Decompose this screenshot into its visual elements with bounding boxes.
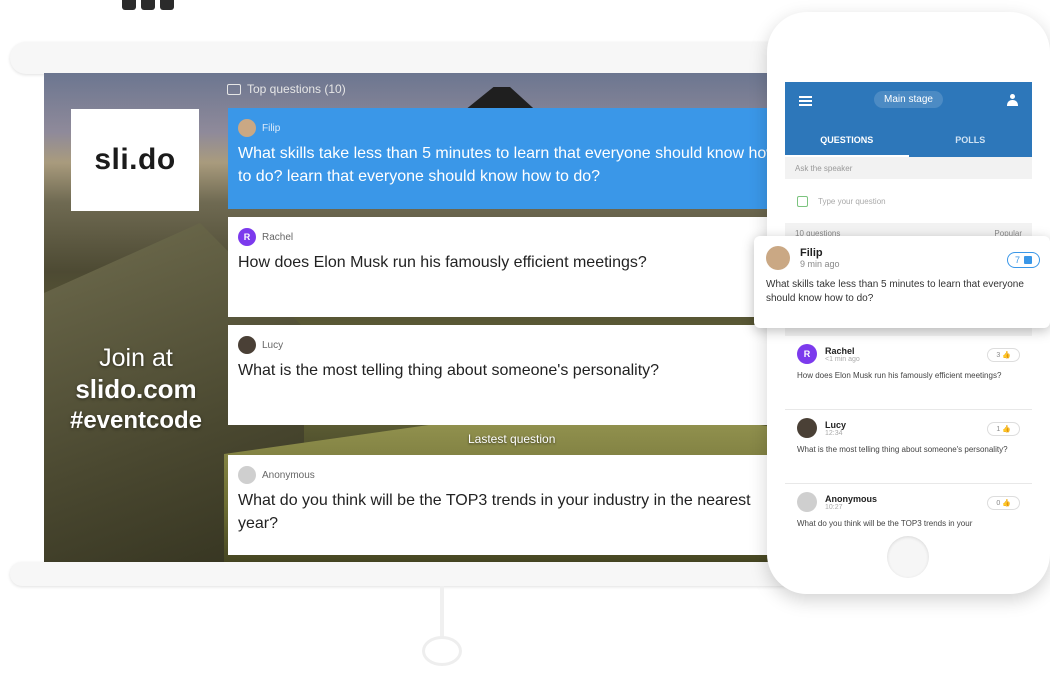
question-author: Lucy — [262, 339, 284, 351]
anonymous-user-icon — [238, 466, 256, 484]
slido-logo: sli.do — [94, 143, 176, 176]
like-count: 1 — [996, 426, 1001, 433]
latest-question-label: Lastest question — [468, 432, 556, 446]
tab-bar: QUESTIONS POLLS — [785, 127, 1032, 157]
ask-label: Ask the speaker — [795, 164, 853, 173]
event-title: Main stage — [874, 91, 943, 108]
question-author: Filip — [800, 247, 823, 259]
join-instructions: Join at slido.com #eventcode — [56, 343, 216, 437]
like-button[interactable]: 1 👍 — [987, 422, 1020, 436]
event-selector[interactable]: Main stage — [785, 91, 1032, 108]
avatar: R — [238, 228, 256, 246]
thumbs-up-icon — [1024, 256, 1032, 264]
sort-selector[interactable]: Popular — [994, 229, 1022, 238]
dots-decoration — [122, 0, 174, 10]
question-author: Lucy — [825, 419, 847, 430]
question-time: <1 min ago — [825, 355, 860, 363]
list-item: Lucy 12:34 1 👍 What is the most telling … — [785, 410, 1032, 484]
app-bar: Main stage QUESTIONS POLLS — [785, 82, 1032, 157]
avatar — [238, 336, 256, 354]
question-author: Rachel — [262, 231, 294, 243]
screen-top-rail — [10, 42, 800, 74]
chat-icon — [227, 83, 241, 95]
question-list: R Rachel <1 min ago 3 👍 How does Elon Mu… — [785, 336, 1032, 542]
anonymous-user-icon — [797, 492, 817, 512]
question-time: 10:27 — [825, 503, 843, 511]
like-count: 3 — [996, 352, 1001, 359]
question-text: What do you think will be the TOP3 trend… — [797, 519, 973, 528]
question-text: How does Elon Musk run his famously effi… — [797, 371, 1002, 380]
question-text: What is the most telling thing about som… — [797, 445, 1008, 454]
question-placeholder: Type your question — [818, 196, 886, 206]
tab-polls[interactable]: POLLS — [909, 127, 1033, 157]
presentation-mockup: sli.do Join at slido.com #eventcode Top … — [0, 0, 1050, 673]
question-author: Anonymous — [825, 493, 878, 504]
avatar — [238, 119, 256, 137]
like-count: 7 — [1014, 255, 1020, 265]
user-icon[interactable] — [1007, 94, 1018, 106]
avatar — [766, 246, 790, 270]
featured-question-card: Filip 9 min ago 7 What skills take less … — [754, 236, 1050, 328]
tab-questions[interactable]: QUESTIONS — [785, 127, 909, 157]
question-author: Filip — [262, 122, 281, 134]
question-text: What is the most telling thing about som… — [238, 362, 660, 379]
join-url: slido.com — [75, 374, 197, 404]
question-input[interactable]: Type your question — [785, 179, 1032, 223]
list-item: R Rachel <1 min ago 3 👍 How does Elon Mu… — [785, 336, 1032, 410]
thumbs-up-icon: 👍 — [1002, 426, 1011, 433]
screen-stand — [420, 586, 464, 670]
question-text: What skills take less than 5 minutes to … — [238, 145, 778, 185]
event-code: #eventcode — [69, 407, 203, 434]
question-time: 12:34 — [825, 429, 843, 437]
question-time: 9 min ago — [800, 259, 840, 269]
join-at-text: Join at — [99, 344, 173, 372]
question-card-highlighted: Filip What skills take less than 5 minut… — [228, 108, 788, 209]
question-author: Anonymous — [262, 469, 315, 481]
slido-logo-card: sli.do — [71, 109, 199, 211]
avatar: R — [797, 344, 817, 364]
like-button[interactable]: 3 👍 — [987, 348, 1020, 362]
like-button[interactable]: 0 👍 — [987, 496, 1020, 510]
list-item: Anonymous 10:27 0 👍 What do you think wi… — [785, 484, 1032, 542]
question-text: What do you think will be the TOP3 trend… — [238, 492, 751, 532]
question-author: Rachel — [825, 345, 855, 356]
like-count: 0 — [996, 500, 1001, 507]
question-count: 10 questions — [795, 229, 841, 238]
question-card: R Rachel How does Elon Musk run his famo… — [228, 217, 788, 317]
top-questions-header: Top questions (10) — [227, 82, 346, 96]
question-text: What skills take less than 5 minutes to … — [766, 279, 1024, 304]
question-card: Lucy What is the most telling thing abou… — [228, 325, 788, 425]
thumbs-up-icon: 👍 — [1002, 500, 1011, 507]
thumbs-up-icon: 👍 — [1002, 352, 1011, 359]
like-button[interactable]: 7 — [1006, 252, 1040, 268]
screen-bottom-rail — [10, 562, 800, 586]
pencil-icon — [797, 195, 808, 207]
latest-question-card: Anonymous What do you think will be the … — [228, 455, 788, 555]
phone-home-button — [887, 536, 929, 578]
top-questions-label: Top questions (10) — [247, 82, 346, 96]
question-text: How does Elon Musk run his famously effi… — [238, 254, 647, 271]
avatar — [797, 418, 817, 438]
